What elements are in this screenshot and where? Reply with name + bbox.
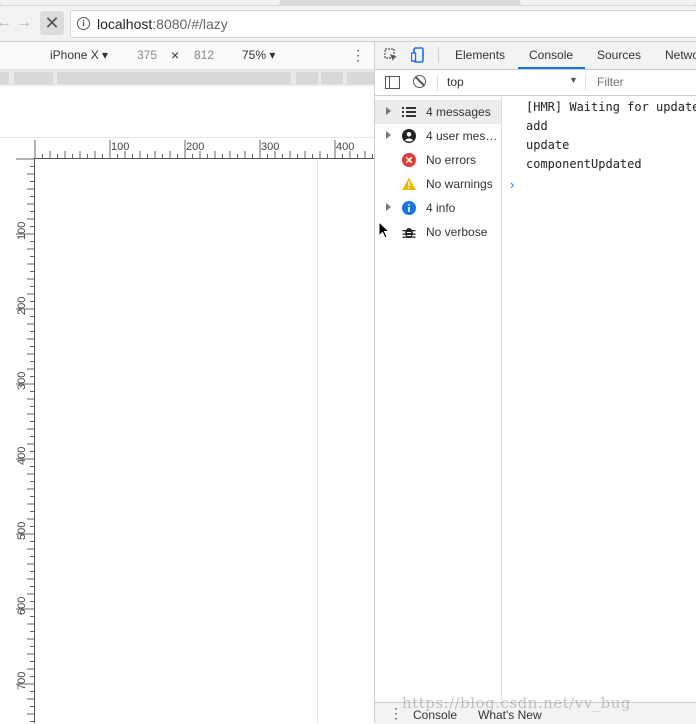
sidebar-item-label: No warnings <box>426 177 493 191</box>
inspect-element-icon[interactable] <box>384 48 398 62</box>
sidebar-item-info[interactable]: 4 info <box>375 196 501 220</box>
clear-console-icon[interactable] <box>413 75 426 88</box>
expand-arrow-icon[interactable] <box>386 203 391 211</box>
devtools-tabbar: Elements Console Sources Network <box>375 42 696 70</box>
media-query-segment[interactable] <box>0 72 9 84</box>
console-sidebar: 4 messages 4 user mes… No errors No warn… <box>375 96 502 700</box>
sidebar-item-label: 4 user mes… <box>426 129 498 143</box>
ruler-label: 100 <box>111 141 130 153</box>
active-tab-indicator <box>518 67 585 69</box>
chevron-down-icon[interactable]: ▼ <box>569 75 578 85</box>
sidebar-toggle-icon[interactable] <box>385 76 400 89</box>
expand-arrow-icon[interactable] <box>386 131 391 139</box>
ruler-label: 100 <box>16 221 28 240</box>
info-icon <box>402 201 416 215</box>
media-query-segment[interactable] <box>347 72 374 84</box>
media-query-bar[interactable] <box>0 70 374 86</box>
media-query-segment[interactable] <box>14 72 53 84</box>
tab-elements[interactable]: Elements <box>455 48 505 62</box>
address-bar[interactable]: i localhost:8080/#/lazy <box>70 10 696 38</box>
mouse-cursor-icon <box>378 221 390 239</box>
tab-network[interactable]: Network <box>665 48 696 62</box>
more-options-icon[interactable]: ⋮ <box>351 47 365 63</box>
watermark: https://blog.csdn.net/vv_bug <box>402 694 632 712</box>
sidebar-item-label: No errors <box>426 153 477 167</box>
console-message[interactable]: componentUpdated <box>526 157 642 171</box>
ruler-label: 600 <box>16 596 28 615</box>
expand-arrow-icon[interactable] <box>386 107 391 115</box>
drawer-menu-icon[interactable]: ⋮ <box>389 705 403 721</box>
ruler-label: 200 <box>186 141 205 153</box>
tab-sources[interactable]: Sources <box>597 48 641 62</box>
ruler-label: 400 <box>16 446 28 465</box>
sidebar-item-label: 4 messages <box>426 105 491 119</box>
browser-tab[interactable] <box>0 0 280 5</box>
toolbar-divider <box>585 75 586 91</box>
toolbar-divider <box>437 75 438 91</box>
ruler-label: 300 <box>261 141 280 153</box>
device-select[interactable]: iPhone X ▾ <box>50 48 108 62</box>
media-query-segment[interactable] <box>57 72 291 84</box>
device-height-field[interactable]: 812 <box>194 48 214 62</box>
console-message[interactable]: update <box>526 138 569 152</box>
devtools-panel: Elements Console Sources Network top ▼ 4… <box>374 42 696 724</box>
device-toggle-icon[interactable] <box>411 47 425 63</box>
sidebar-item-messages[interactable]: 4 messages <box>375 100 501 124</box>
media-query-segment[interactable] <box>296 72 318 84</box>
sidebar-item-verbose[interactable]: No verbose <box>375 220 501 244</box>
context-selector[interactable]: top <box>447 75 464 89</box>
user-icon <box>402 129 416 143</box>
ruler-label: 500 <box>16 521 28 540</box>
horizontal-ruler: 100 200 300 400 <box>34 138 374 159</box>
vertical-ruler: 100 200 300 400 500 600 700 <box>14 158 35 723</box>
console-message[interactable]: [HMR] Waiting for update signal from WDS… <box>526 100 696 114</box>
viewport-divider <box>317 159 318 723</box>
console-toolbar: top ▼ <box>375 70 696 96</box>
list-icon <box>402 107 416 117</box>
bug-icon <box>402 228 416 238</box>
ruler-label: 300 <box>16 371 28 390</box>
filter-input[interactable] <box>597 75 687 89</box>
forward-button[interactable]: → <box>12 11 36 35</box>
sidebar-item-label: No verbose <box>426 225 488 239</box>
stop-loading-button[interactable]: ✕ <box>40 11 64 35</box>
url-host: localhost <box>97 16 153 32</box>
dimension-separator: × <box>171 47 180 63</box>
browser-tab[interactable] <box>520 0 696 5</box>
ruler-corner <box>14 138 34 158</box>
browser-toolbar: ← → ✕ i localhost:8080/#/lazy <box>0 6 696 42</box>
device-frame-top <box>0 87 374 138</box>
sidebar-item-warnings[interactable]: No warnings <box>375 172 501 196</box>
warning-icon <box>402 177 416 190</box>
ruler-label: 400 <box>336 141 355 153</box>
url-path: :8080/#/lazy <box>152 16 228 32</box>
console-prompt-icon[interactable]: › <box>510 177 514 192</box>
console-message[interactable]: add <box>526 119 548 133</box>
error-icon <box>402 153 416 167</box>
device-viewport[interactable] <box>35 159 374 723</box>
site-info-icon[interactable]: i <box>77 17 90 30</box>
toolbar-divider <box>438 47 439 63</box>
zoom-select[interactable]: 75% ▾ <box>242 48 275 62</box>
vertical-ruler-ticks <box>16 158 34 722</box>
device-width-field[interactable]: 375 <box>137 48 157 62</box>
device-toolbar: iPhone X ▾ 375 × 812 75% ▾ ⋮ <box>0 42 374 70</box>
sidebar-item-label: 4 info <box>426 201 456 215</box>
sidebar-item-user-messages[interactable]: 4 user mes… <box>375 124 501 148</box>
ruler-label: 700 <box>16 671 28 690</box>
console-output[interactable]: [HMR] Waiting for update signal from WDS… <box>502 96 696 700</box>
ruler-label: 200 <box>16 296 28 315</box>
url-text[interactable]: localhost:8080/#/lazy <box>97 16 228 32</box>
tab-console[interactable]: Console <box>529 48 573 62</box>
media-query-segment[interactable] <box>321 72 343 84</box>
sidebar-item-errors[interactable]: No errors <box>375 148 501 172</box>
